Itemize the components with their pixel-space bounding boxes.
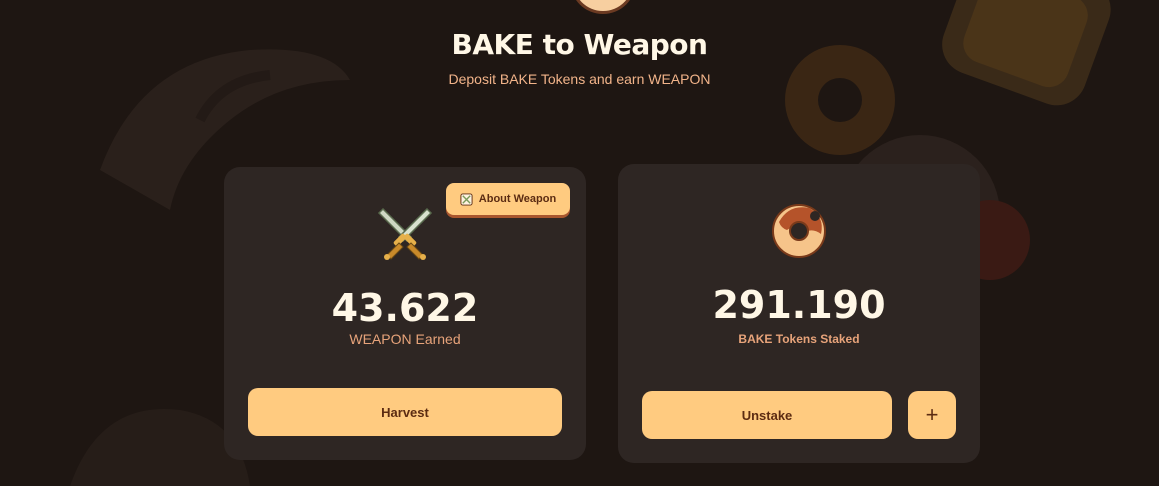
- add-stake-button[interactable]: +: [908, 391, 956, 439]
- donut-icon: [772, 204, 826, 258]
- unstake-button[interactable]: Unstake: [642, 391, 892, 439]
- stake-card: 291.190 BAKE Tokens Staked Unstake +: [618, 164, 980, 463]
- harvest-button[interactable]: Harvest: [248, 388, 562, 436]
- page-subtitle: Deposit BAKE Tokens and earn WEAPON: [448, 71, 711, 87]
- page-title: BAKE to Weapon: [451, 28, 708, 61]
- bakery-logo-icon: [570, 0, 636, 14]
- about-weapon-button[interactable]: About Weapon: [446, 183, 570, 215]
- weapon-earned-label: WEAPON Earned: [349, 331, 461, 347]
- weapon-earned-value: 43.622: [331, 286, 479, 330]
- bake-staked-value: 291.190: [712, 283, 886, 327]
- bake-staked-label: BAKE Tokens Staked: [738, 332, 860, 346]
- about-weapon-label: About Weapon: [478, 193, 557, 205]
- crossed-swords-small-icon: [460, 192, 473, 206]
- crossed-swords-icon: [377, 207, 433, 260]
- earn-card: About Weapon 43.622 WEAPON Earned Harves…: [224, 167, 586, 460]
